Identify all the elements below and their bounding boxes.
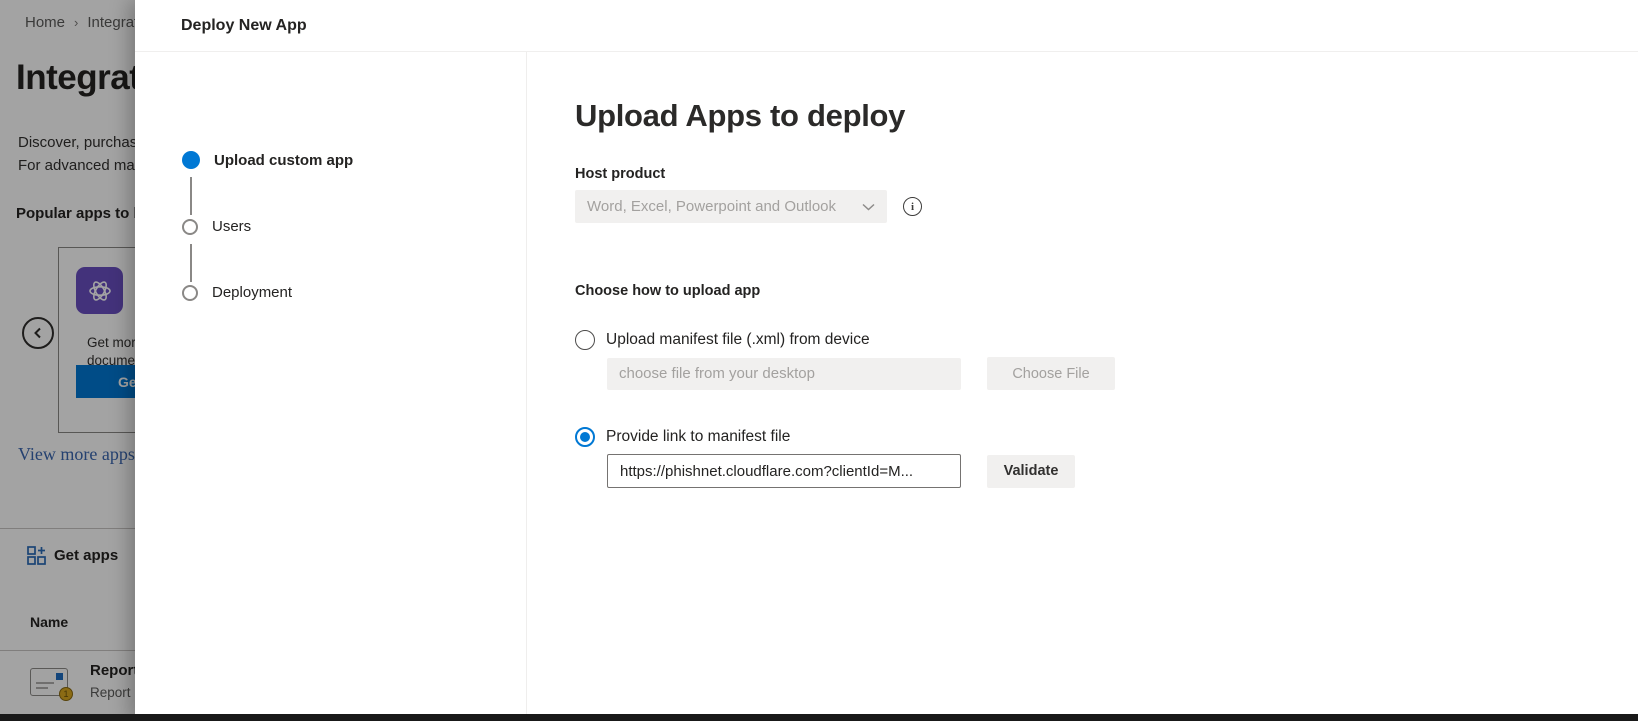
step-label: Deployment bbox=[212, 284, 292, 301]
step-idle-circle-icon bbox=[182, 219, 198, 235]
panel-header: Deploy New App bbox=[135, 0, 1638, 52]
step-connector bbox=[190, 244, 192, 282]
step-deployment[interactable]: Deployment bbox=[182, 284, 292, 301]
host-product-value: Word, Excel, Powerpoint and Outlook bbox=[587, 198, 836, 215]
chevron-down-icon bbox=[862, 203, 875, 211]
window-bottom-edge bbox=[0, 714, 1638, 721]
step-label: Users bbox=[212, 218, 251, 235]
radio-selected-icon[interactable] bbox=[575, 427, 595, 447]
radio-label: Upload manifest file (.xml) from device bbox=[606, 331, 870, 349]
step-label: Upload custom app bbox=[214, 152, 353, 169]
radio-label: Provide link to manifest file bbox=[606, 428, 790, 446]
step-idle-circle-icon bbox=[182, 285, 198, 301]
panel-content: Upload Apps to deploy Host product Word,… bbox=[527, 52, 1638, 721]
choose-upload-heading: Choose how to upload app bbox=[575, 283, 1638, 299]
content-title: Upload Apps to deploy bbox=[575, 98, 1638, 134]
host-product-dropdown[interactable]: Word, Excel, Powerpoint and Outlook bbox=[575, 190, 887, 223]
choose-file-button[interactable]: Choose File bbox=[987, 357, 1115, 390]
info-icon[interactable]: i bbox=[903, 197, 922, 216]
radio-upload-manifest-file[interactable]: Upload manifest file (.xml) from device bbox=[575, 330, 1638, 350]
screen: Home › Integrated apps Integrated apps D… bbox=[0, 0, 1638, 721]
step-active-dot-icon bbox=[182, 151, 200, 169]
manifest-link-input[interactable] bbox=[607, 454, 961, 488]
radio-unselected-icon[interactable] bbox=[575, 330, 595, 350]
deploy-new-app-panel: Deploy New App Upload custom app Users D… bbox=[135, 0, 1638, 721]
step-users[interactable]: Users bbox=[182, 218, 251, 235]
host-product-label: Host product bbox=[575, 166, 1638, 182]
validate-button[interactable]: Validate bbox=[987, 455, 1075, 488]
wizard-stepper: Upload custom app Users Deployment bbox=[135, 52, 527, 721]
radio-provide-link[interactable]: Provide link to manifest file bbox=[575, 427, 1638, 447]
manifest-file-input[interactable] bbox=[607, 358, 961, 390]
step-upload-custom-app[interactable]: Upload custom app bbox=[182, 151, 353, 169]
panel-title: Deploy New App bbox=[181, 17, 307, 35]
step-connector bbox=[190, 177, 192, 215]
